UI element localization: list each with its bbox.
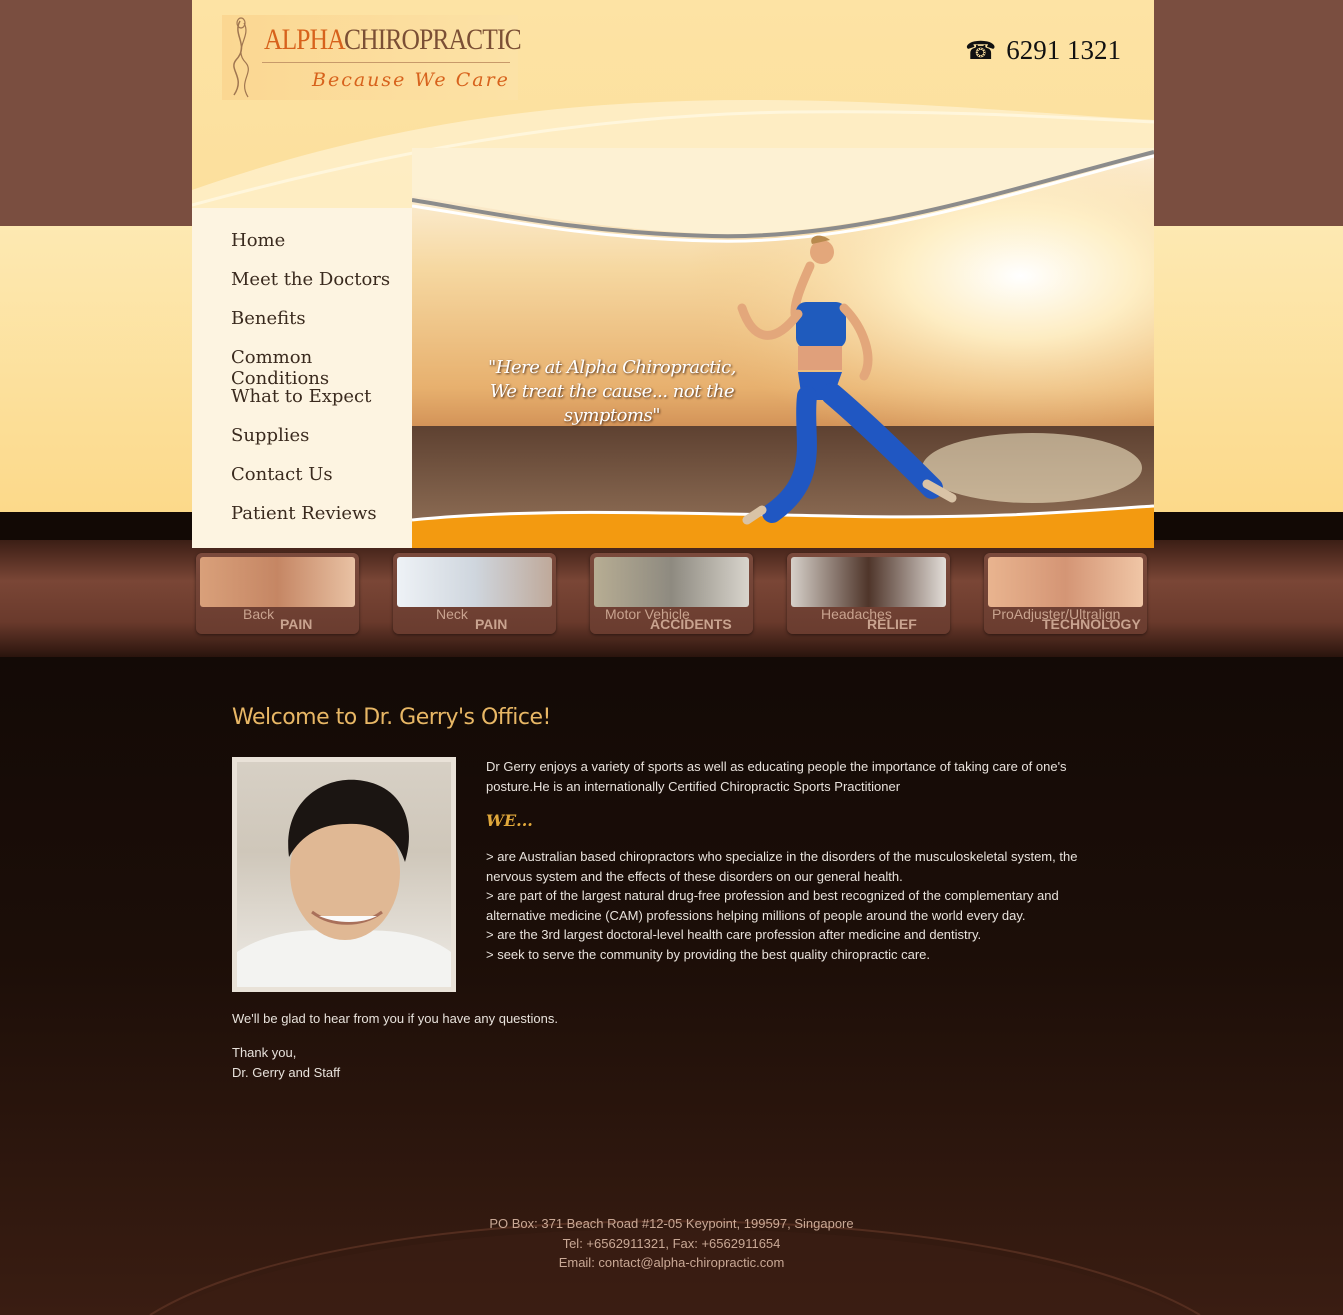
we-list-item: > are Australian based chiropractors who… [486,849,1078,884]
phone-number: 6291 1321 [1006,35,1121,65]
nav-item-patient-reviews[interactable]: Patient Reviews [231,503,377,524]
signoff: Thank you, Dr. Gerry and Staff [232,1043,340,1082]
hero-quote-line2: We treat the cause... not the symptoms" [489,381,735,426]
nav-item-what-to-expect[interactable]: What to Expect [231,386,371,407]
telephone-icon: ☎ [965,38,997,65]
we-list-item: > seek to serve the community by providi… [486,946,931,962]
intro-text: Dr Gerry enjoys a variety of sports as w… [486,759,1067,794]
spine-figure-icon [233,17,249,98]
page-title: Welcome to Dr. Gerry's Office! [232,705,551,730]
signature: Dr. Gerry and Staff [232,1064,341,1080]
logo-divider [262,62,510,63]
nav-item-meet-the-doctors[interactable]: Meet the Doctors [231,269,390,290]
hero-image [412,148,1154,548]
tile-headaches-line2: RELIEF [867,616,917,632]
nav-item-benefits[interactable]: Benefits [231,308,306,329]
logo-tagline: Because We Care [312,69,510,91]
tile-neck-pain-line1: Neck [436,606,468,622]
tile-back-pain-line1: Back [243,606,275,622]
tile-motor-vehicle-line2: ACCIDENTS [650,616,732,632]
tile-motor-vehicle-accidents[interactable]: Motor Vehicle ACCIDENTS [590,553,753,634]
hero-quote: "Here at Alpha Chiropractic, We treat th… [442,356,782,428]
tile-headaches-relief[interactable]: Headaches RELIEF [787,553,950,634]
nav-item-common-conditions[interactable]: Common Conditions [231,347,412,389]
we-list-item: > are the 3rd largest doctoral-level hea… [486,927,982,943]
footer-address: PO Box: 371 Beach Road #12-05 Keypoint, … [489,1216,854,1231]
doctor-portrait [237,779,451,987]
nav-item-home[interactable]: Home [231,230,285,251]
we-list-item: > are part of the largest natural drug-f… [486,888,1059,923]
logo-text-alpha: ALPHA [264,23,346,56]
tile-back-pain-line2: PAIN [280,616,313,632]
car-accident-image [594,557,749,607]
tile-proadjuster-technology[interactable]: ProAdjuster/Ultralign TECHNOLOGY [984,553,1147,634]
thanks-text: Thank you, [232,1045,297,1060]
tile-neck-pain-line2: PAIN [475,616,508,632]
site-header: ALPHA CHIROPRACTIC Because We Care ☎ 6291… [192,0,1154,548]
doctor-photo [232,757,456,992]
hero-banner: "Here at Alpha Chiropractic, We treat th… [412,148,1154,548]
hero-quote-line1: "Here at Alpha Chiropractic, [488,357,736,378]
footer-email[interactable]: Email: contact@alpha-chiropractic.com [0,1253,1343,1273]
we-list: > are Australian based chiropractors who… [486,847,1116,965]
neck-pain-image [397,557,552,607]
tile-proadjuster-line2: TECHNOLOGY [1042,616,1141,632]
logo-text-chiropractic: CHIROPRACTIC [344,23,522,56]
footer-phone-fax: Tel: +6562911321, Fax: +6562911654 [562,1235,781,1251]
proadjuster-image [988,557,1143,607]
headache-image [791,557,946,607]
back-pain-image [200,557,355,607]
feature-tiles: Back PAIN Neck PAIN Motor Vehicle ACCIDE… [196,553,1148,635]
nav-item-supplies[interactable]: Supplies [231,425,309,446]
nav-item-contact-us[interactable]: Contact Us [231,464,333,485]
header-phone: ☎ 6291 1321 [965,35,1121,66]
site-footer: PO Box: 371 Beach Road #12-05 Keypoint, … [0,1214,1343,1273]
closing-note: We'll be glad to hear from you if you ha… [232,1011,558,1026]
tile-neck-pain[interactable]: Neck PAIN [393,553,556,634]
tile-back-pain[interactable]: Back PAIN [196,553,359,634]
main-nav: Home Meet the Doctors Benefits Common Co… [192,208,412,548]
we-heading: WE... [486,811,533,830]
logo[interactable]: ALPHA CHIROPRACTIC Because We Care [222,15,522,100]
